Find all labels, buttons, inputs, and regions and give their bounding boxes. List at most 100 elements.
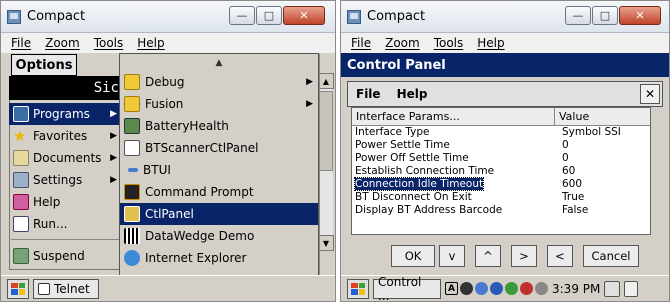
param-name: Power Settle Time (355, 139, 450, 151)
menu-file[interactable]: File (11, 36, 31, 50)
sync-icon[interactable] (505, 282, 518, 295)
network-icon[interactable] (460, 282, 473, 295)
maximize-icon[interactable]: □ (592, 6, 618, 25)
programs-icon (13, 106, 29, 122)
up-button[interactable]: ^ (475, 245, 501, 267)
param-name: Connection Idle Timeout (353, 177, 485, 191)
table-row[interactable]: Power Off Settle Time 0 (352, 152, 650, 165)
params-list[interactable]: Interface Params... Value Interface Type… (351, 107, 651, 235)
down-button[interactable]: v (439, 245, 465, 267)
table-row-selected[interactable]: Connection Idle Timeout 600 (352, 177, 650, 191)
control-panel-toolbar: File Help ✕ (347, 81, 663, 107)
table-row[interactable]: BT Disconnect On Exit True (352, 191, 650, 204)
menu-tools[interactable]: Tools (434, 36, 464, 50)
minimize-icon[interactable]: — (229, 6, 255, 25)
ok-button[interactable]: OK (391, 245, 435, 267)
taskbar-telnet[interactable]: Telnet (33, 278, 99, 299)
left-caption-buttons: — □ ✕ (229, 6, 325, 25)
right-caption-buttons: — □ ✕ (565, 6, 661, 25)
input-mode-icon[interactable]: A (445, 282, 458, 295)
program-item-command-prompt[interactable]: Command Prompt (120, 181, 318, 203)
right-menu-bar: File Zoom Tools Help (341, 33, 669, 53)
maximize-icon[interactable]: □ (256, 6, 282, 25)
taskbar-task-label: Telnet (54, 281, 90, 296)
program-item-label: Fusion (145, 97, 184, 111)
options-button[interactable]: Options (11, 54, 77, 76)
submenu-arrow-icon: ▶ (110, 175, 117, 185)
clock[interactable]: 3:39 PM (552, 282, 600, 296)
menu-zoom[interactable]: Zoom (45, 36, 80, 50)
menu-help[interactable]: Help (137, 36, 164, 50)
start-menu-divider (11, 239, 119, 240)
folder-icon (124, 74, 140, 90)
menu-zoom[interactable]: Zoom (385, 36, 420, 50)
program-item-fusion[interactable]: Fusion ▶ (120, 93, 318, 115)
table-row[interactable]: Establish Connection Time 60 (352, 165, 650, 178)
close-icon[interactable]: ✕ (619, 6, 661, 25)
keyboard-icon[interactable] (604, 280, 621, 297)
start-item-programs[interactable]: Programs ▶ (9, 103, 121, 125)
command-prompt-icon (124, 184, 140, 200)
scroll-up-icon[interactable]: ▲ (318, 73, 334, 89)
left-taskbar: Telnet (1, 275, 335, 301)
param-value: 0 (562, 139, 569, 151)
start-item-favorites[interactable]: ★ Favorites ▶ (9, 125, 121, 147)
btui-icon (128, 168, 138, 172)
ie-icon (124, 250, 140, 266)
prev-button[interactable]: < (547, 245, 573, 267)
scroll-thumb[interactable] (319, 91, 333, 171)
program-item-label: BTScannerCtlPanel (145, 141, 259, 155)
close-icon[interactable]: ✕ (283, 6, 325, 25)
program-item-internet-explorer[interactable]: Internet Explorer (120, 247, 318, 269)
taskbar-control-panel[interactable]: Control ... (373, 275, 441, 303)
start-item-documents[interactable]: Documents ▶ (9, 147, 121, 169)
volume-icon[interactable] (535, 282, 548, 295)
suspend-icon (13, 248, 29, 264)
program-item-btui[interactable]: BTUI (120, 159, 318, 181)
panel-close-icon[interactable]: ✕ (640, 84, 660, 104)
toolbar-file[interactable]: File (356, 87, 381, 101)
start-item-settings[interactable]: Settings ▶ (9, 169, 121, 191)
settings-icon (13, 172, 29, 188)
start-item-suspend[interactable]: Suspend (9, 245, 121, 267)
desktop-icon[interactable] (624, 280, 639, 297)
scroll-down-icon[interactable]: ▼ (318, 235, 334, 251)
start-item-help[interactable]: Help (9, 191, 121, 213)
menu-file[interactable]: File (351, 36, 371, 50)
toolbar-help[interactable]: Help (397, 87, 428, 101)
start-item-run[interactable]: Run... (9, 213, 121, 235)
start-button[interactable] (7, 278, 29, 299)
submenu-scroll-up-icon[interactable]: ▲ (120, 54, 318, 71)
param-name: Interface Type (355, 126, 430, 138)
left-window-title: Compact (27, 9, 86, 24)
menu-tools[interactable]: Tools (94, 36, 124, 50)
param-name: BT Disconnect On Exit (355, 191, 472, 203)
program-item-ctlpanel[interactable]: CtlPanel (120, 203, 318, 225)
minimize-icon[interactable]: — (565, 6, 591, 25)
menu-help[interactable]: Help (477, 36, 504, 50)
start-item-label: Programs (33, 107, 90, 121)
bluetooth-icon[interactable] (490, 282, 503, 295)
param-value: False (562, 204, 589, 216)
table-row[interactable]: Power Settle Time 0 (352, 139, 650, 152)
wireless-icon[interactable] (520, 282, 533, 295)
start-button[interactable] (347, 278, 369, 299)
column-header-params[interactable]: Interface Params... (352, 108, 555, 125)
cancel-button[interactable]: Cancel (583, 245, 639, 267)
program-item-btscannerctlpanel[interactable]: BTScannerCtlPanel (120, 137, 318, 159)
program-item-datawedge-demo[interactable]: DataWedge Demo (120, 225, 318, 247)
param-value: 600 (562, 178, 583, 190)
program-item-debug[interactable]: Debug ▶ (120, 71, 318, 93)
column-header-value[interactable]: Value (555, 108, 650, 125)
submenu-arrow-icon: ▶ (110, 109, 117, 119)
left-scrollbar[interactable]: ▲ ▼ (317, 73, 334, 251)
next-button[interactable]: > (511, 245, 537, 267)
table-row[interactable]: Interface Type Symbol SSI (352, 126, 650, 139)
table-row[interactable]: Display BT Address Barcode False (352, 204, 650, 217)
program-item-label: Debug (145, 75, 185, 89)
right-taskbar: Control ... A 3:39 PM (341, 275, 669, 303)
start-item-label: Suspend (33, 249, 85, 263)
param-name: Establish Connection Time (355, 165, 495, 177)
connection-icon[interactable] (475, 282, 488, 295)
program-item-batteryhealth[interactable]: BatteryHealth (120, 115, 318, 137)
